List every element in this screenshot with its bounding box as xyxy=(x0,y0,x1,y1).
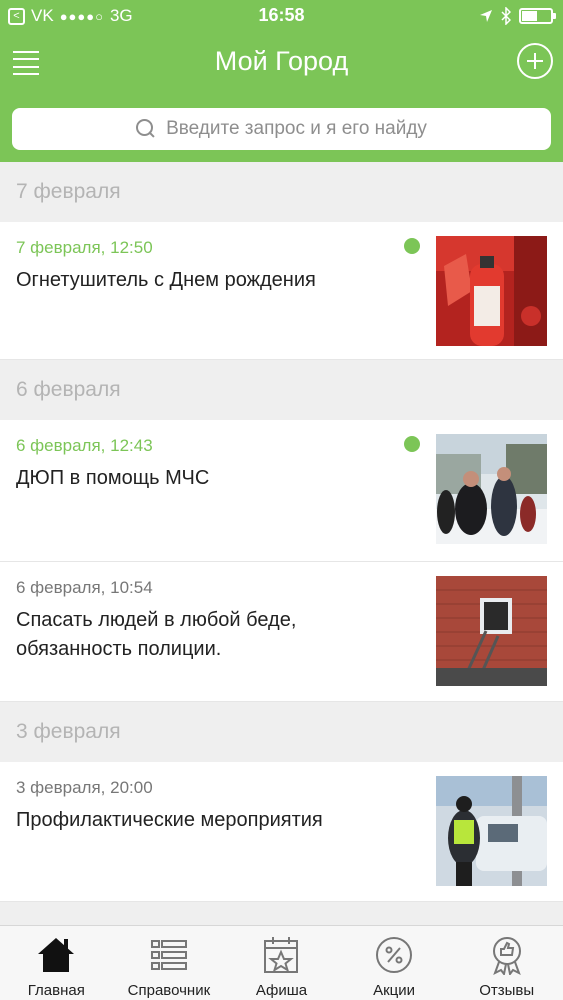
tab-directory[interactable]: Справочник xyxy=(113,926,226,1000)
news-item[interactable]: 6 февраля, 12:43 ДЮП в помощь МЧС xyxy=(0,420,563,562)
search-input[interactable]: Введите запрос и я его найду xyxy=(12,108,551,150)
news-date: 6 февраля, 12:43 xyxy=(16,436,153,455)
news-date: 7 февраля, 12:50 xyxy=(16,238,153,257)
news-feed[interactable]: 7 февраля 7 февраля, 12:50 Огнетушитель … xyxy=(0,162,563,942)
app-header: < VK ●●●●○ 3G 16:58 Мой Город Введите за… xyxy=(0,0,563,162)
news-date: 3 февраля, 20:00 xyxy=(16,778,153,797)
unread-indicator xyxy=(404,238,420,254)
news-thumbnail-people-snow xyxy=(436,434,547,544)
date-section-header: 7 февраля xyxy=(0,162,563,222)
news-thumbnail-police-officer xyxy=(436,776,547,886)
news-thumbnail-brick-wall xyxy=(436,576,547,686)
location-arrow-icon xyxy=(480,10,492,22)
tab-label: Афиша xyxy=(255,982,308,999)
date-section-header: 6 февраля xyxy=(0,360,563,420)
bluetooth-icon xyxy=(501,7,511,25)
tab-bar: Главная Справочник Афиша Акции Отзывы xyxy=(0,925,563,1000)
tab-promotions[interactable]: Акции xyxy=(338,926,451,1000)
tab-label: Главная xyxy=(27,982,85,999)
news-title: ДЮП в помощь МЧС xyxy=(16,467,210,489)
battery-icon xyxy=(519,8,556,24)
search-icon xyxy=(136,119,156,139)
news-title: Огнетушитель с Днем рождения xyxy=(16,269,316,291)
news-title: Спасать людей в любой беде, обязанность … xyxy=(16,609,297,660)
plus-circle-icon[interactable] xyxy=(517,43,553,79)
tab-reviews[interactable]: Отзывы xyxy=(450,926,563,1000)
percent-icon xyxy=(376,937,413,973)
date-section-header: 3 февраля xyxy=(0,702,563,762)
unread-indicator xyxy=(404,436,420,452)
news-date: 6 февраля, 10:54 xyxy=(16,578,153,597)
battery-fill xyxy=(522,11,538,21)
tab-label: Справочник xyxy=(127,982,211,999)
news-item[interactable]: 6 февраля, 10:54 Спасать людей в любой б… xyxy=(0,562,563,702)
calendar-star-icon xyxy=(264,937,299,973)
house-icon xyxy=(38,938,75,972)
tab-label: Акции xyxy=(373,982,416,999)
search-placeholder: Введите запрос и я его найду xyxy=(166,118,427,139)
navigation-bar: Мой Город xyxy=(0,36,563,92)
status-bar: < VK ●●●●○ 3G 16:58 xyxy=(0,0,563,32)
news-title: Профилактические мероприятия xyxy=(16,809,323,831)
news-item[interactable]: 3 февраля, 20:00 Профилактические меропр… xyxy=(0,762,563,902)
page-title: Мой Город xyxy=(214,46,349,76)
news-item[interactable]: 7 февраля, 12:50 Огнетушитель с Днем рож… xyxy=(0,222,563,360)
tab-home[interactable]: Главная xyxy=(0,926,113,1000)
list-icon xyxy=(150,940,187,970)
thumbs-up-badge-icon xyxy=(492,937,521,975)
news-thumbnail-fire-extinguisher xyxy=(436,236,547,346)
tab-label: Отзывы xyxy=(479,982,535,999)
tab-events[interactable]: Афиша xyxy=(225,926,338,1000)
